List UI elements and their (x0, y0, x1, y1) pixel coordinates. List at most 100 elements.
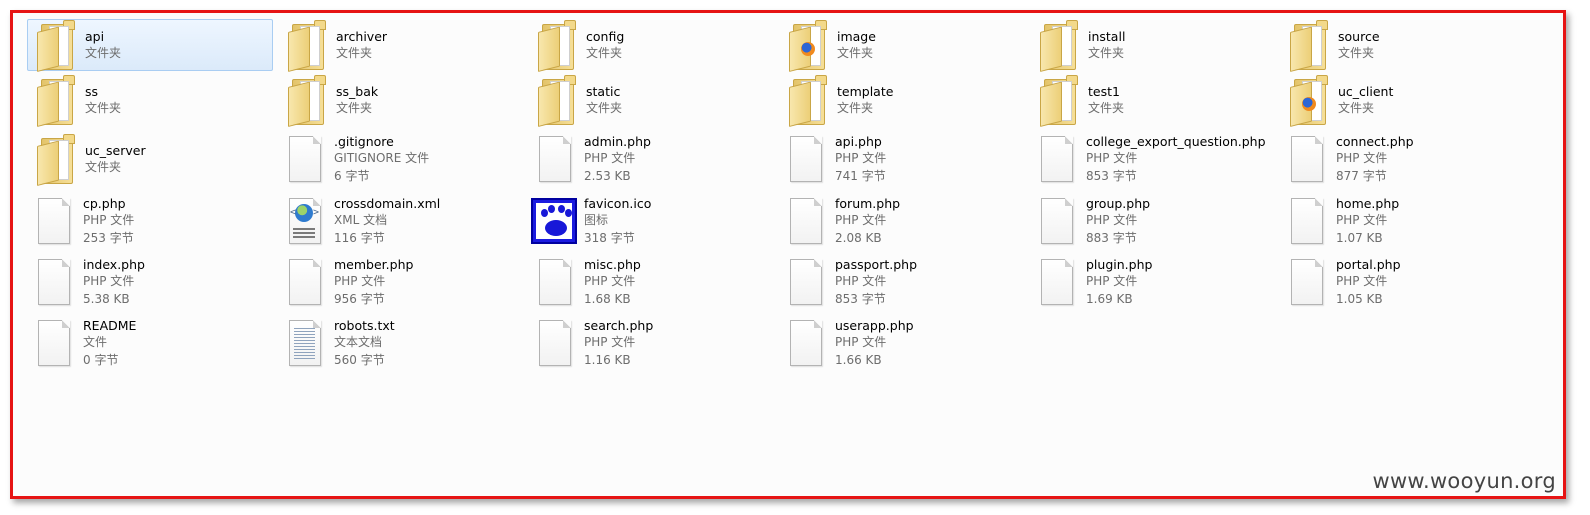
file-type: PHP 文件 (83, 274, 135, 289)
file-type: 文本文档 (334, 335, 383, 350)
file-size: 1.66 KB (835, 352, 882, 367)
file-item-api-php[interactable]: api.php PHP 文件 741 字节 (779, 129, 1025, 189)
file-item-favicon-ico[interactable]: favicon.ico 图标 318 字节 (528, 191, 774, 251)
file-item-college-export-question-php[interactable]: college_export_question.php PHP 文件 853 字节 (1030, 129, 1276, 189)
file-item-meta: cp.php PHP 文件 253 字节 (83, 195, 134, 248)
document-icon (790, 320, 822, 366)
file-item-member-php[interactable]: member.php PHP 文件 956 字节 (278, 252, 524, 312)
file-item-meta: api.php PHP 文件 741 字节 (835, 133, 886, 186)
file-size: 5.38 KB (83, 291, 130, 306)
file-item-crossdomain-xml[interactable]: < > crossdomain.xml XML 文档 116 字节 (278, 191, 524, 251)
file-name: admin.php (584, 133, 651, 149)
file-type: PHP 文件 (83, 213, 135, 228)
file-name: search.php (584, 317, 654, 333)
file-item-meta: config 文件夹 (586, 28, 624, 63)
file-type: 文件夹 (1088, 101, 1125, 115)
file-grid: api 文件夹 archiver 文件夹 config 文件夹 image 文件夹 instal… (13, 13, 1563, 496)
file-type: 文件夹 (586, 46, 623, 60)
file-type: PHP 文件 (835, 274, 887, 289)
file-item-index-php[interactable]: index.php PHP 文件 5.38 KB (27, 252, 273, 312)
file-size: 956 字节 (334, 291, 385, 306)
file-item-home-php[interactable]: home.php PHP 文件 1.07 KB (1280, 191, 1526, 251)
file-type: 文件夹 (1338, 46, 1375, 60)
file-name: config (586, 28, 625, 44)
file-type: PHP 文件 (1336, 274, 1388, 289)
file-item-userapp-php[interactable]: userapp.php PHP 文件 1.66 KB (779, 313, 1025, 373)
file-item-config[interactable]: config 文件夹 (528, 19, 774, 72)
file-item-plugin-php[interactable]: plugin.php PHP 文件 1.69 KB (1030, 252, 1276, 312)
file-item-cp-php[interactable]: cp.php PHP 文件 253 字节 (27, 191, 273, 251)
file-item-meta: portal.php PHP 文件 1.05 KB (1336, 256, 1401, 309)
file-item-api[interactable]: api 文件夹 (27, 19, 273, 72)
firefox-badge-icon (1302, 97, 1316, 111)
file-item-readme[interactable]: README 文件 0 字节 (27, 313, 273, 373)
file-name: favicon.ico (584, 195, 652, 211)
paw-icon (531, 198, 577, 244)
file-item-ss-bak[interactable]: ss_bak 文件夹 (278, 74, 524, 127)
file-type: 文件夹 (1338, 101, 1375, 115)
file-item-static[interactable]: static 文件夹 (528, 74, 774, 127)
file-type: 文件夹 (586, 101, 623, 115)
file-item-forum-php[interactable]: forum.php PHP 文件 2.08 KB (779, 191, 1025, 251)
file-item-test1[interactable]: test1 文件夹 (1030, 74, 1276, 127)
file-item-connect-php[interactable]: connect.php PHP 文件 877 字节 (1280, 129, 1526, 189)
file-size: 853 字节 (1086, 168, 1137, 183)
folder-icon (787, 20, 827, 72)
file-item-meta: uc_client 文件夹 (1338, 83, 1393, 118)
file-item-meta: index.php PHP 文件 5.38 KB (83, 256, 145, 309)
folder-icon (286, 20, 326, 72)
file-item-template[interactable]: template 文件夹 (779, 74, 1025, 127)
file-item-meta: misc.php PHP 文件 1.68 KB (584, 256, 641, 309)
file-item-meta: member.php PHP 文件 956 字节 (334, 256, 413, 309)
file-name: api.php (835, 133, 882, 149)
file-type: 文件夹 (837, 101, 874, 115)
folder-icon (286, 75, 326, 127)
folder-icon (35, 20, 75, 72)
file-item-meta: home.php PHP 文件 1.07 KB (1336, 195, 1399, 248)
file-type: PHP 文件 (835, 151, 887, 166)
file-item-robots-txt[interactable]: robots.txt 文本文档 560 字节 (278, 313, 524, 373)
file-item-admin-php[interactable]: admin.php PHP 文件 2.53 KB (528, 129, 774, 189)
file-item-meta: crossdomain.xml XML 文档 116 字节 (334, 195, 440, 248)
file-item-source[interactable]: source 文件夹 (1280, 19, 1526, 72)
file-item-gitignore[interactable]: .gitignore GITIGNORE 文件 6 字节 (278, 129, 524, 189)
file-item-meta: search.php PHP 文件 1.16 KB (584, 317, 653, 370)
file-item-meta: template 文件夹 (837, 83, 893, 118)
file-item-search-php[interactable]: search.php PHP 文件 1.16 KB (528, 313, 774, 373)
file-size: 1.05 KB (1336, 291, 1383, 306)
folder-icon (1288, 75, 1328, 127)
file-name: api (85, 28, 105, 44)
file-item-install[interactable]: install 文件夹 (1030, 19, 1276, 72)
file-item-group-php[interactable]: group.php PHP 文件 883 字节 (1030, 191, 1276, 251)
file-item-misc-php[interactable]: misc.php PHP 文件 1.68 KB (528, 252, 774, 312)
firefox-badge-icon (801, 42, 815, 56)
file-item-archiver[interactable]: archiver 文件夹 (278, 19, 524, 72)
file-name: portal.php (1336, 256, 1401, 272)
file-item-meta: install 文件夹 (1088, 28, 1125, 63)
file-name: uc_client (1338, 83, 1394, 99)
file-type: GITIGNORE 文件 (334, 151, 430, 166)
file-type: PHP 文件 (835, 335, 887, 350)
file-size: 1.07 KB (1336, 230, 1383, 245)
file-item-ss[interactable]: ss 文件夹 (27, 74, 273, 127)
folder-icon (536, 20, 576, 72)
file-size: 1.69 KB (1086, 291, 1133, 306)
file-item-meta: uc_server 文件夹 (85, 142, 146, 177)
file-item-meta: test1 文件夹 (1088, 83, 1124, 118)
file-item-meta: admin.php PHP 文件 2.53 KB (584, 133, 651, 186)
file-name: image (837, 28, 876, 44)
file-item-portal-php[interactable]: portal.php PHP 文件 1.05 KB (1280, 252, 1526, 312)
file-name: passport.php (835, 256, 918, 272)
file-item-uc-client[interactable]: uc_client 文件夹 (1280, 74, 1526, 127)
file-name: .gitignore (334, 133, 394, 149)
file-item-uc-server[interactable]: uc_server 文件夹 (27, 129, 273, 189)
file-name: source (1338, 28, 1380, 44)
document-icon (38, 320, 70, 366)
file-type: 文件夹 (837, 46, 874, 60)
file-item-image[interactable]: image 文件夹 (779, 19, 1025, 72)
file-item-passport-php[interactable]: passport.php PHP 文件 853 字节 (779, 252, 1025, 312)
file-item-meta: connect.php PHP 文件 877 字节 (1336, 133, 1414, 186)
document-icon (1291, 198, 1323, 244)
document-icon (1291, 259, 1323, 305)
text-document-icon (289, 320, 321, 366)
